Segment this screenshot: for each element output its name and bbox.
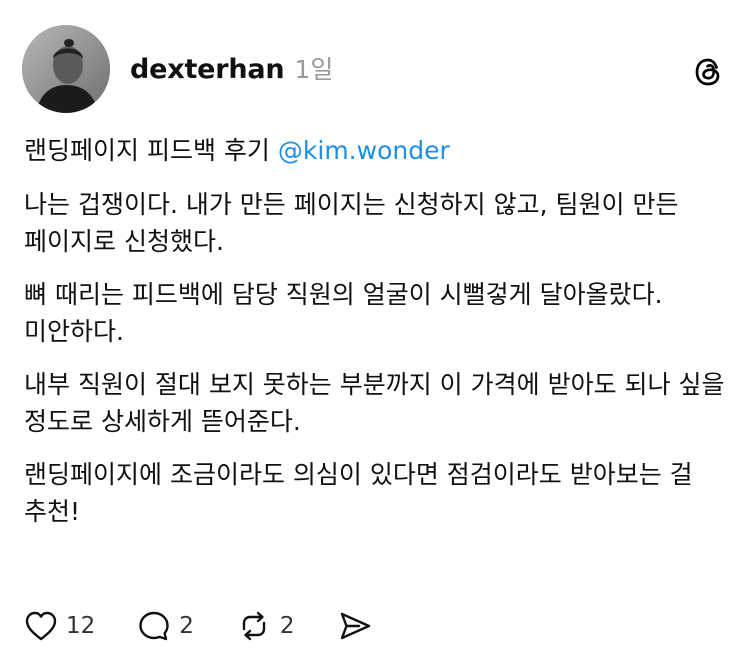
repost-button[interactable]: 2 [236,609,295,643]
reply-button[interactable]: 2 [137,609,194,643]
avatar-image [22,25,110,113]
action-bar: 12 2 2 [24,606,415,646]
post-header: dexterhan 1일 [130,50,333,90]
like-count: 12 [66,613,96,639]
repost-count: 2 [279,613,295,639]
post-title-text: 랜딩페이지 피드백 후기 [24,136,270,165]
send-icon [337,609,373,643]
username[interactable]: dexterhan [130,54,285,85]
threads-logo-icon[interactable] [691,55,725,89]
mention-link[interactable]: @kim.wonder [278,136,450,165]
post-paragraph: 랜딩페이지에 조금이라도 의심이 있다면 점검이라도 받아보는 걸 추천! [24,460,693,526]
like-button[interactable]: 12 [24,610,95,642]
comment-bubble-icon [137,609,171,643]
share-button[interactable] [337,609,373,643]
avatar[interactable] [22,25,110,113]
repost-icon [236,609,272,643]
post-title: 랜딩페이지 피드백 후기 @kim.wonder [24,132,729,169]
post-body: 랜딩페이지 피드백 후기 @kim.wonder 나는 겁쟁이다. 내가 만든 페… [24,132,729,546]
post-timestamp[interactable]: 1일 [294,50,333,86]
post-paragraph: 내부 직원이 절대 보지 못하는 부분까지 이 가격에 받아도 되나 싶을 정도… [24,370,725,436]
post-paragraph: 나는 겁쟁이다. 내가 만든 페이지는 신청하지 않고, 팀원이 만든 페이지로… [24,190,679,256]
reply-count: 2 [179,613,194,639]
heart-icon [24,610,58,642]
post-paragraph: 뼈 때리는 피드백에 담당 직원의 얼굴이 시뻘겋게 달아올랐다. 미안하다. [24,280,663,346]
